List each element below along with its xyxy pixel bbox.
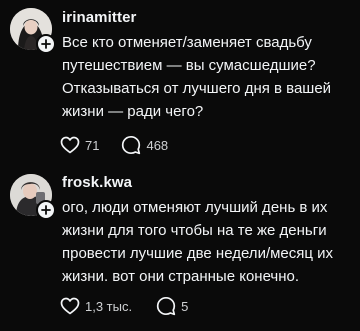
like-count: 1,3 тыс. xyxy=(85,298,133,314)
speech-bubble-icon xyxy=(122,135,141,155)
post-actions: 71 468 xyxy=(60,134,168,156)
heart-icon xyxy=(60,297,80,315)
like-count: 71 xyxy=(85,137,100,153)
plus-icon xyxy=(41,205,51,215)
avatar-container[interactable] xyxy=(10,174,56,220)
post-text: ого, люди отменяют лучший день в их жизн… xyxy=(62,199,334,285)
post-actions: 1,3 тыс. 5 xyxy=(60,295,188,317)
reply-button[interactable]: 5 xyxy=(156,296,188,316)
follow-button[interactable] xyxy=(36,34,56,54)
like-button[interactable]: 1,3 тыс. xyxy=(60,297,132,315)
username[interactable]: frosk.kwa xyxy=(62,174,132,191)
heart-icon xyxy=(60,136,80,154)
post: frosk.kwa ого, люди отменяют лучший день… xyxy=(0,166,360,331)
follow-button[interactable] xyxy=(36,200,56,220)
like-button[interactable]: 71 xyxy=(60,136,99,154)
username[interactable]: irinamitter xyxy=(62,9,136,26)
reply-count: 5 xyxy=(181,298,189,314)
post-text: Все кто отменяет/заменяет свадьбу путеше… xyxy=(62,34,332,120)
reply-count: 468 xyxy=(146,137,169,153)
speech-bubble-icon xyxy=(156,296,176,316)
reply-button[interactable]: 468 xyxy=(121,135,168,155)
plus-icon xyxy=(41,39,51,49)
post: irinamitter Все кто отменяет/заменяет св… xyxy=(0,0,360,166)
avatar-container[interactable] xyxy=(10,8,56,54)
